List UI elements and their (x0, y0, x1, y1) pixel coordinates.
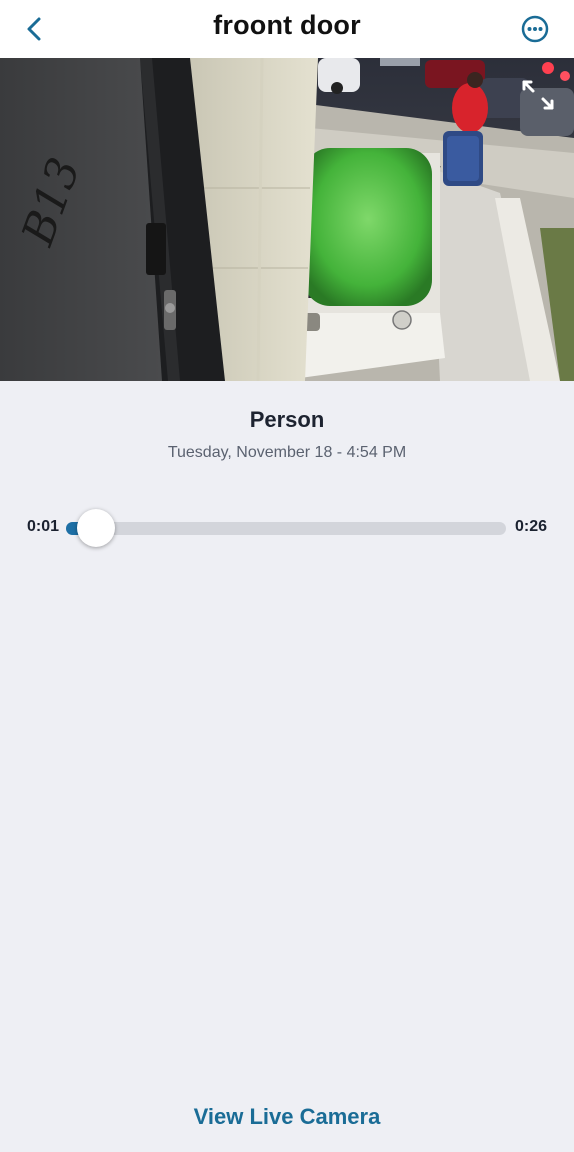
more-horizontal-circle-icon (521, 15, 549, 43)
scrubber-handle[interactable] (76, 509, 115, 547)
navigation-bar: froont door (0, 0, 574, 58)
view-live-camera-link[interactable]: View Live Camera (0, 1104, 574, 1130)
playback-scrubber[interactable] (66, 522, 506, 535)
expand-button[interactable] (520, 78, 556, 112)
video-player[interactable]: B13 (0, 58, 574, 381)
current-time-label: 0:01 (27, 518, 60, 535)
event-timestamp: Tuesday, November 18 - 4:54 PM (167, 444, 407, 461)
expand-icon (522, 80, 554, 110)
duration-label: 0:26 (514, 518, 547, 535)
video-frame: B13 (0, 58, 574, 381)
event-type-label: Person (249, 407, 325, 432)
event-playback-screen: froont door B13 Person Tuesday, November… (0, 0, 574, 1152)
page-title: froont door (213, 10, 361, 40)
more-options-button[interactable] (520, 14, 550, 44)
